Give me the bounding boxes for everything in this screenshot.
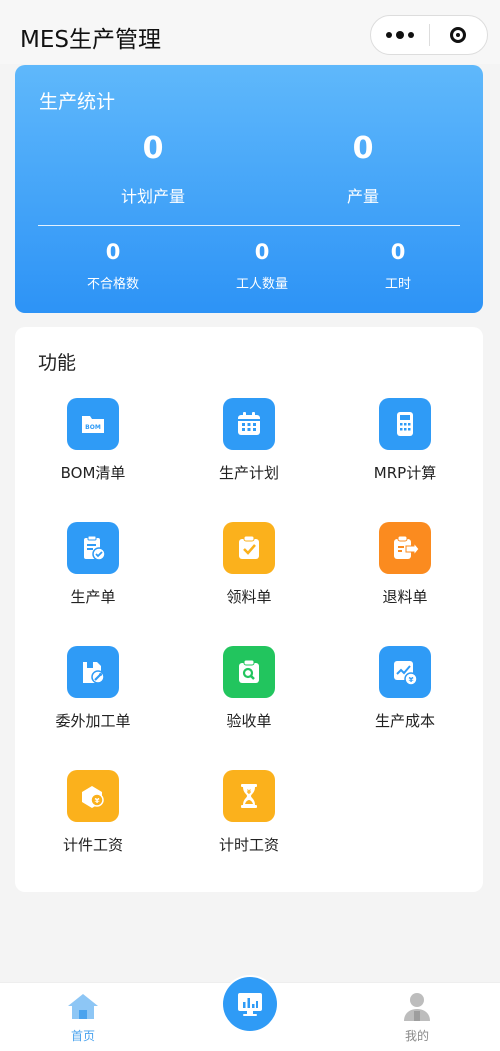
dot-icon	[395, 31, 404, 39]
outsourcing-order-button[interactable]: 委外加工单	[15, 646, 171, 746]
material-receipt-icon	[223, 522, 275, 574]
outsource-wrench-icon	[67, 646, 119, 698]
close-mini-program-button[interactable]	[430, 16, 488, 54]
workers-stat: 0 工人数量	[197, 239, 327, 292]
mrp-calc-label: MRP计算	[373, 464, 437, 482]
bom-list-label: BOM清单	[60, 464, 126, 482]
output-stat: 0 产量	[283, 131, 443, 207]
production-stats-card: 生产统计 0 计划产量 0 产量 0 不合格数 0 工人数量 0 工时	[15, 65, 483, 313]
center-button-circle	[223, 977, 277, 1031]
dot-icon	[407, 32, 414, 38]
piece-wage-icon: ¥	[67, 770, 119, 822]
production-order-button[interactable]: 生产单	[15, 522, 171, 622]
hours-stat: 0 工时	[333, 239, 463, 292]
production-cost-label: 生产成本	[374, 712, 435, 730]
material-requisition-label: 领料单	[226, 588, 272, 606]
calendar-icon	[223, 398, 275, 450]
dashboard-icon	[238, 993, 262, 1016]
center-dashboard-button[interactable]	[221, 975, 279, 1033]
material-return-icon	[379, 522, 431, 574]
outsourcing-order-label: 委外加工单	[55, 712, 131, 730]
clipboard-check-icon	[67, 522, 119, 574]
stats-title: 生产统计	[39, 91, 116, 113]
production-plan-button[interactable]: 生产计划	[171, 398, 327, 498]
more-menu-button[interactable]	[371, 16, 429, 54]
inspection-search-icon	[223, 646, 275, 698]
stats-divider	[38, 225, 460, 226]
target-close-icon	[450, 27, 467, 43]
tab-mine-label: 我的	[404, 1029, 429, 1043]
home-icon	[68, 994, 98, 1019]
cost-chart-icon: ¥	[379, 646, 431, 698]
mini-program-capsule	[370, 15, 488, 55]
calculator-icon	[379, 398, 431, 450]
svg-text:¥: ¥	[409, 676, 414, 684]
bom-folder-icon: BOM	[67, 398, 119, 450]
user-icon	[404, 993, 430, 1021]
hours-value: 0	[390, 240, 406, 264]
inspection-order-button[interactable]: 验收单	[171, 646, 327, 746]
hourly-wage-label: 计时工资	[218, 836, 279, 854]
material-requisition-button[interactable]: 领料单	[171, 522, 327, 622]
output-value: 0	[352, 131, 374, 166]
app-title: MES生产管理	[20, 27, 161, 53]
production-plan-label: 生产计划	[218, 464, 279, 482]
inspection-order-label: 验收单	[226, 712, 272, 730]
production-order-label: 生产单	[70, 588, 116, 606]
piece-wage-label: 计件工资	[62, 836, 123, 854]
planned-output-label: 计划产量	[120, 187, 185, 206]
material-return-label: 退料单	[382, 588, 428, 606]
tab-home-label: 首页	[70, 1029, 95, 1043]
workers-label: 工人数量	[235, 277, 288, 292]
top-bar: MES生产管理	[0, 0, 500, 64]
workers-value: 0	[254, 240, 270, 264]
hourglass-wage-icon: ¥	[223, 770, 275, 822]
piece-wage-button[interactable]: ¥ 计件工资	[15, 770, 171, 870]
production-cost-button[interactable]: ¥ 生产成本	[327, 646, 483, 746]
defects-stat: 0 不合格数	[48, 239, 178, 292]
tab-home[interactable]: 首页	[43, 991, 123, 1044]
hours-label: 工时	[384, 277, 411, 292]
planned-output-stat: 0 计划产量	[73, 131, 233, 207]
defects-value: 0	[105, 240, 121, 264]
output-label: 产量	[346, 187, 379, 206]
bom-list-button[interactable]: BOM BOM清单	[15, 398, 171, 498]
material-return-button[interactable]: 退料单	[327, 522, 483, 622]
bom-icon-glyph: BOM	[85, 424, 101, 431]
mrp-calc-button[interactable]: MRP计算	[327, 398, 483, 498]
functions-panel: 功能 BOM BOM清单 生产计划 MRP计算 生产单 领料单 退料单 委外加工…	[15, 327, 483, 892]
planned-output-value: 0	[142, 131, 164, 166]
svg-text:¥: ¥	[95, 797, 100, 805]
dot-icon	[385, 32, 392, 38]
functions-title: 功能	[38, 352, 77, 374]
defects-label: 不合格数	[86, 277, 139, 292]
tab-mine[interactable]: 我的	[377, 991, 457, 1044]
hourly-wage-button[interactable]: ¥ 计时工资	[171, 770, 327, 870]
